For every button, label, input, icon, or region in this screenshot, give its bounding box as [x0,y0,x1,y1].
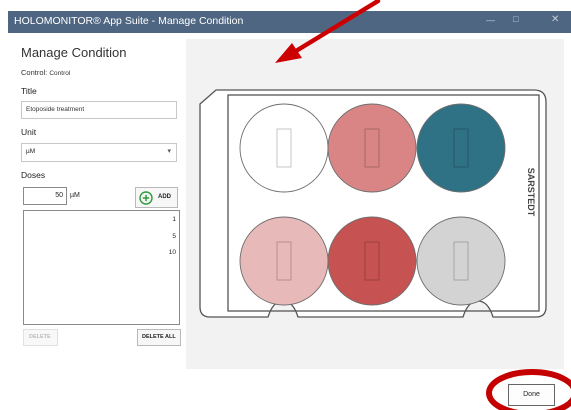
title-input-value: Etoposide treatment [26,106,85,113]
well-2-2[interactable] [327,216,417,306]
title-input[interactable]: Etoposide treatment [21,101,177,119]
title-bar: HOLOMONITOR® App Suite - Manage Conditio… [8,11,571,33]
add-dose-button[interactable]: ADD [135,187,178,208]
list-item[interactable]: 5 [172,233,176,240]
title-label: Title [21,86,37,96]
maximize-icon[interactable]: □ [513,14,518,24]
done-button[interactable]: Done [508,384,555,406]
list-item[interactable]: 10 [169,249,176,256]
unit-select-value: µM [26,148,36,155]
well-2-3[interactable] [416,216,506,306]
control-value: Control [49,70,71,77]
well-1-1[interactable] [239,103,329,193]
well-plate: SARSTEDT [199,89,547,318]
add-button-label: ADD [158,194,171,200]
plus-circle-icon [139,191,153,205]
done-button-label: Done [523,391,540,398]
unit-select[interactable]: µM ▾ [21,143,177,162]
delete-button[interactable]: DELETE [23,329,58,346]
chevron-down-icon[interactable]: ▾ [167,147,171,155]
well-2-1[interactable] [239,216,329,306]
dose-list[interactable]: 1 5 10 [23,210,180,325]
page-title: Manage Condition [21,45,127,60]
control-label: Control: [21,68,48,77]
close-icon[interactable]: ✕ [551,14,559,25]
dose-input[interactable]: 50 [23,187,67,205]
dose-input-value: 50 [55,192,63,199]
manage-condition-window: HOLOMONITOR® App Suite - Manage Conditio… [0,0,571,410]
well-1-3[interactable] [416,103,506,193]
plate-brand-label: SARSTEDT [526,168,536,217]
list-item[interactable]: 1 [172,216,176,223]
window-title: HOLOMONITOR® App Suite - Manage Conditio… [14,15,244,27]
unit-label: Unit [21,127,37,137]
well-1-2[interactable] [327,103,417,193]
control-line: Control: Control [21,68,70,77]
delete-all-button[interactable]: DELETE ALL [137,329,181,346]
delete-all-button-label: DELETE ALL [142,334,176,340]
delete-button-label: DELETE [29,334,51,340]
doses-label: Doses [21,170,46,180]
dose-unit-label: µM [70,192,80,199]
minimize-icon[interactable]: — [486,15,495,25]
